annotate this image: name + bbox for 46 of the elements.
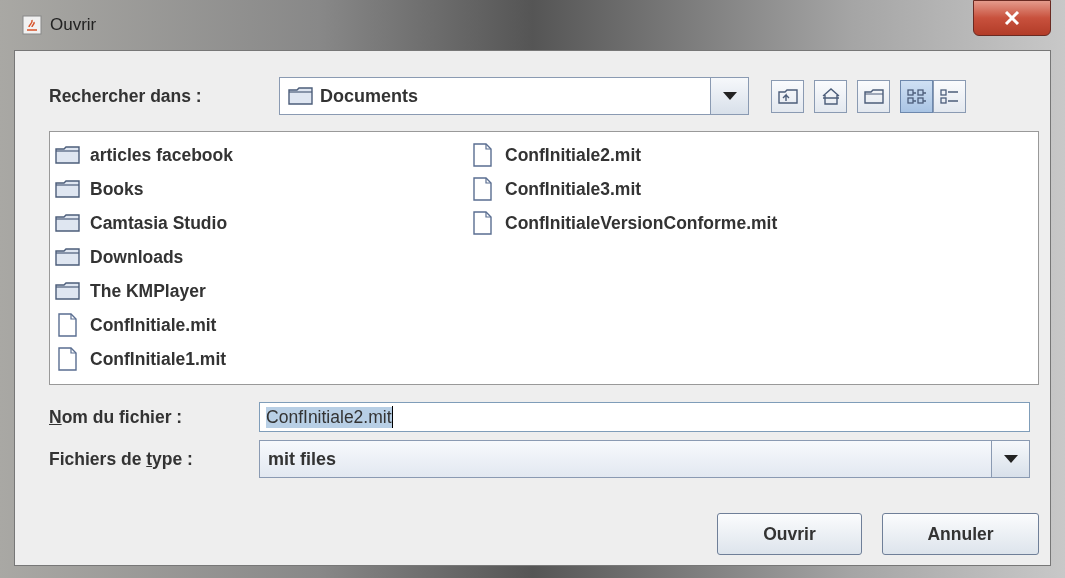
dropdown-button[interactable] (991, 441, 1029, 477)
file-name-label: Nom du fichier : (49, 406, 184, 428)
file-name-field[interactable]: ConfInitiale2.mit (259, 402, 1030, 432)
file-name[interactable]: ConfInitialeVersionConforme.mit (505, 212, 778, 234)
close-icon (1004, 11, 1020, 25)
file-name[interactable]: ConfInitiale.mit (90, 314, 217, 336)
file-icon (58, 313, 78, 337)
dropdown-arrow-icon (722, 92, 737, 100)
look-in-dropdown[interactable]: Documents (279, 77, 749, 115)
file-name[interactable]: ConfInitiale1.mit (90, 348, 227, 370)
toolbar-button[interactable] (900, 79, 933, 113)
cancel-button[interactable]: Annuler (882, 513, 1039, 555)
look-in-label: Rechercher dans : (49, 85, 203, 107)
close-button[interactable] (973, 0, 1051, 36)
folder-icon (55, 145, 81, 165)
file-name[interactable]: Books (90, 178, 144, 200)
folder-icon (862, 86, 885, 106)
file-type-label: Fichiers de type : (49, 448, 194, 470)
file-type-dropdown[interactable]: mit files (259, 440, 1030, 478)
list-view-icon (905, 86, 928, 106)
toolbar-button[interactable] (814, 79, 847, 113)
toolbar-button[interactable] (771, 79, 804, 113)
dropdown-arrow-icon (1003, 455, 1018, 463)
app-icon (22, 15, 42, 35)
open-button[interactable]: Ouvrir (717, 513, 862, 555)
toolbar-button[interactable] (857, 79, 890, 113)
window-title: Ouvrir (50, 15, 97, 35)
file-name[interactable]: Downloads (90, 246, 184, 268)
folder-icon (55, 281, 81, 301)
dropdown-button[interactable] (710, 78, 748, 114)
file-icon (58, 347, 78, 371)
file-icon (473, 211, 493, 235)
folder-icon (55, 213, 81, 233)
file-icon (473, 177, 493, 201)
folder-icon (55, 179, 81, 199)
details-view-icon (938, 86, 961, 106)
folder-icon (288, 86, 314, 106)
file-name[interactable]: Camtasia Studio (90, 212, 228, 234)
file-icon (473, 143, 493, 167)
file-name[interactable]: The KMPlayer (90, 280, 206, 302)
toolbar-button[interactable] (933, 79, 966, 113)
folder-icon (55, 247, 81, 267)
file-name[interactable]: ConfInitiale3.mit (505, 178, 642, 200)
file-name[interactable]: ConfInitiale2.mit (505, 144, 642, 166)
file-name[interactable]: articles facebook (90, 144, 233, 166)
folder-up-icon (776, 86, 799, 106)
